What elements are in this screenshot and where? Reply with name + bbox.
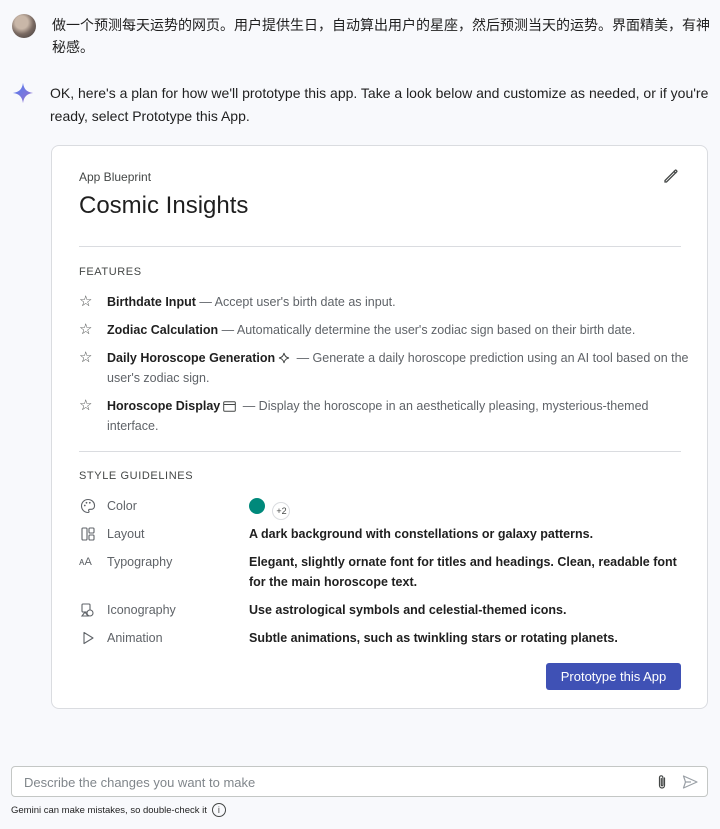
assistant-message: OK, here's a plan for how we'll prototyp…: [12, 82, 712, 128]
play-icon: [83, 631, 94, 645]
feature-item: ☆ Horoscope Display — Display the horosc…: [79, 396, 689, 436]
style-label: Layout: [107, 527, 145, 541]
changes-input[interactable]: [24, 773, 644, 791]
more-colors-badge[interactable]: +2: [272, 502, 291, 520]
feature-item: ☆ Daily Horoscope Generation — Generate …: [79, 348, 689, 388]
disclaimer-text: Gemini can make mistakes, so double-chec…: [11, 804, 207, 816]
send-icon[interactable]: [681, 773, 699, 791]
paperclip-icon[interactable]: [653, 773, 671, 791]
style-row-layout: Layout A dark background with constellat…: [79, 524, 689, 544]
palette-icon: [80, 498, 96, 514]
feature-desc: — Automatically determine the user's zod…: [218, 323, 636, 337]
user-message: 做一个预测每天运势的网页。用户提供生日，自动算出用户的星座，然后预测当天的运势。…: [12, 14, 712, 58]
style-value: Subtle animations, such as twinkling sta…: [249, 631, 618, 645]
style-label: Typography: [107, 555, 173, 569]
style-row-iconography: Iconography Use astrological symbols and…: [79, 600, 689, 620]
feature-name: Daily Horoscope Generation: [107, 351, 276, 365]
color-swatch: [249, 498, 265, 514]
composer: [11, 766, 708, 797]
star-icon: ☆: [79, 321, 93, 338]
display-window-icon: [223, 401, 237, 412]
app-blueprint-card: App Blueprint Cosmic Insights FEATURES ☆…: [51, 145, 708, 709]
user-prompt-text: 做一个预测每天运势的网页。用户提供生日，自动算出用户的星座，然后预测当天的运势。…: [52, 17, 710, 55]
feature-item: ☆ Zodiac Calculation — Automatically det…: [79, 320, 689, 340]
star-icon: ☆: [79, 293, 93, 310]
disclaimer: Gemini can make mistakes, so double-chec…: [11, 803, 226, 817]
features-label: FEATURES: [79, 266, 142, 278]
feature-item: ☆ Birthdate Input — Accept user's birth …: [79, 292, 689, 312]
style-guidelines-label: STYLE GUIDELINES: [79, 470, 194, 482]
feature-name: Birthdate Input: [107, 295, 196, 309]
info-icon[interactable]: i: [211, 803, 226, 817]
user-avatar: [12, 14, 36, 38]
blueprint-eyebrow: App Blueprint: [79, 170, 152, 184]
style-label: Iconography: [107, 603, 176, 617]
style-value: Use astrological symbols and celestial-t…: [249, 603, 567, 617]
style-label: Animation: [107, 631, 163, 645]
assistant-intro-text: OK, here's a plan for how we'll prototyp…: [50, 85, 709, 124]
ai-sparkle-icon: [279, 352, 290, 364]
style-value: Elegant, slightly ornate font for titles…: [249, 555, 677, 589]
prototype-app-button[interactable]: Prototype this App: [546, 663, 681, 690]
feature-desc: — Accept user's birth date as input.: [195, 295, 396, 309]
layout-icon: [81, 527, 95, 541]
feature-name: Zodiac Calculation: [107, 323, 219, 337]
style-row-typography: ᴀA Typography Elegant, slightly ornate f…: [79, 552, 689, 592]
gemini-spark-icon: [12, 82, 34, 104]
iconography-icon: [80, 603, 94, 617]
app-title: Cosmic Insights: [79, 192, 249, 219]
style-row-animation: Animation Subtle animations, such as twi…: [79, 628, 689, 648]
star-icon: ☆: [79, 349, 93, 366]
typography-icon: ᴀA: [79, 556, 92, 568]
title-divider: [79, 246, 681, 247]
style-label: Color: [107, 499, 137, 513]
edit-pencil-icon[interactable]: [661, 166, 681, 186]
features-divider: [79, 451, 681, 452]
style-value: A dark background with constellations or…: [249, 527, 594, 541]
star-icon: ☆: [79, 397, 93, 414]
feature-name: Horoscope Display: [107, 399, 221, 413]
style-row-color: Color +2: [79, 496, 689, 520]
